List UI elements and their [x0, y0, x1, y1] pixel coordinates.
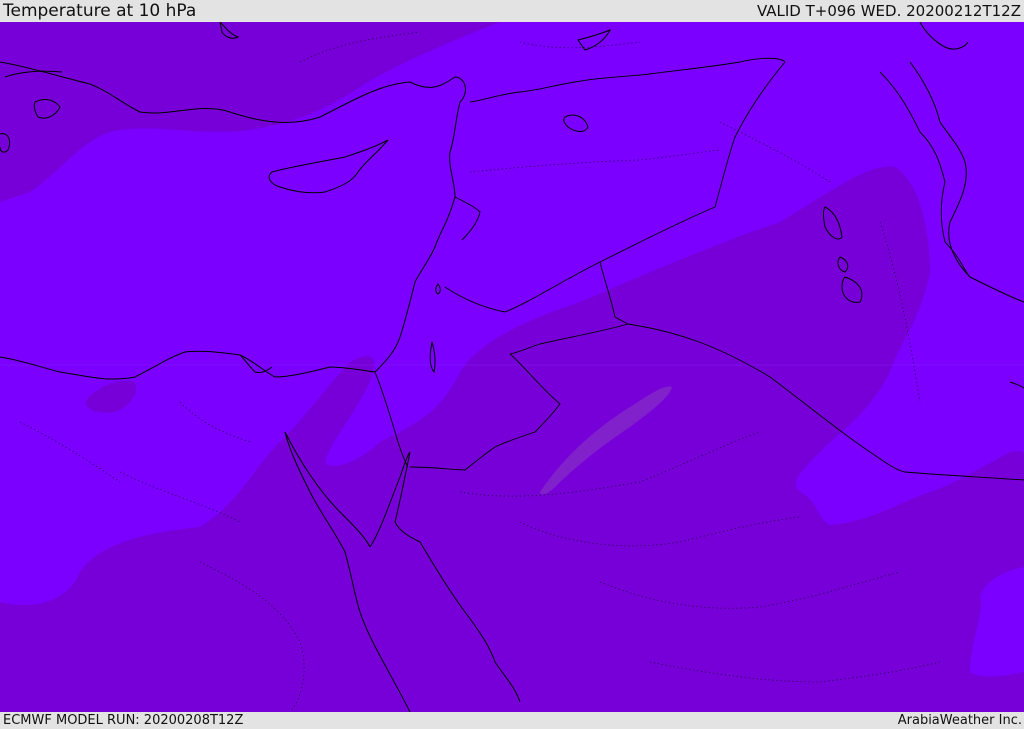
map-header: Temperature at 10 hPa VALID T+096 WED. 2… [0, 0, 1024, 22]
valid-time: VALID T+096 WED. 20200212T12Z [756, 2, 1021, 20]
model-run: ECMWF MODEL RUN: 20200208T12Z [3, 713, 244, 728]
map-canvas [0, 22, 1024, 712]
credit: ArabiaWeather Inc. [897, 713, 1022, 728]
temperature-map [0, 22, 1024, 712]
map-footer: ECMWF MODEL RUN: 20200208T12Z ArabiaWeat… [0, 712, 1024, 729]
map-title: Temperature at 10 hPa [3, 1, 197, 21]
